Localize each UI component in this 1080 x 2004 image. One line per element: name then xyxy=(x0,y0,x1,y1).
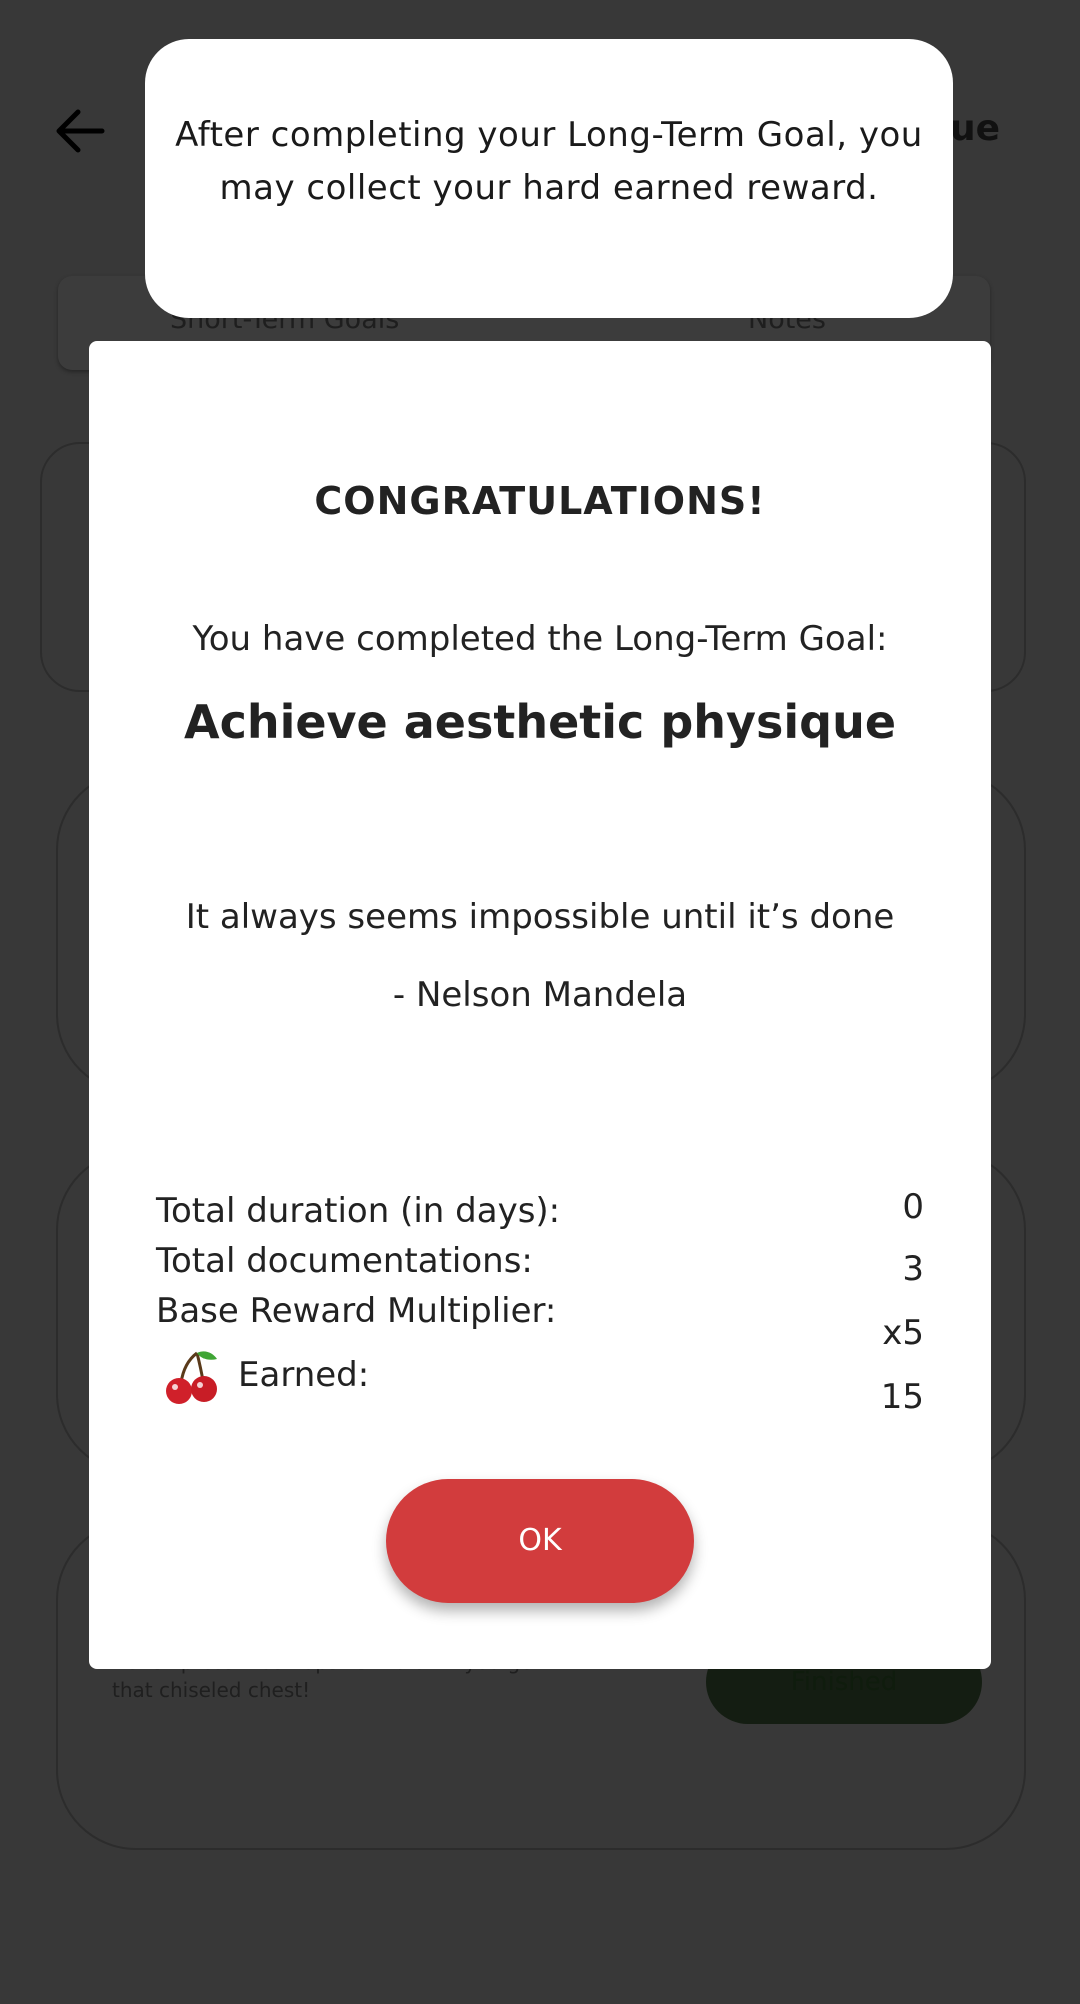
quote-text: It always seems impossible until it’s do… xyxy=(185,897,895,937)
dialog-title: CONGRATULATIONS! xyxy=(314,479,766,523)
stat-duration-value: 0 xyxy=(902,1187,924,1227)
stat-multiplier-value: x5 xyxy=(882,1313,924,1353)
back-arrow-icon[interactable] xyxy=(52,106,108,156)
congratulations-dialog: CONGRATULATIONS! You have completed the … xyxy=(89,341,991,1669)
stat-multiplier-label: Base Reward Multiplier: xyxy=(156,1291,557,1331)
tooltip-text: After completing your Long-Term Goal, yo… xyxy=(175,115,923,208)
stat-duration-label: Total duration (in days): xyxy=(156,1191,561,1231)
stat-documentations-label: Total documentations: xyxy=(156,1241,533,1281)
ok-button[interactable]: OK xyxy=(386,1479,694,1603)
quote-author: - Nelson Mandela xyxy=(392,975,688,1015)
tutorial-tooltip: After completing your Long-Term Goal, yo… xyxy=(145,39,953,318)
dialog-intro: You have completed the Long-Term Goal: xyxy=(192,619,888,659)
stat-earned-label: Earned: xyxy=(238,1355,370,1395)
stat-documentations-value: 3 xyxy=(902,1249,924,1289)
goal-name: Achieve aesthetic physique xyxy=(183,695,897,749)
stat-earned-value: 15 xyxy=(880,1377,924,1417)
cherry-icon xyxy=(166,1351,217,1404)
